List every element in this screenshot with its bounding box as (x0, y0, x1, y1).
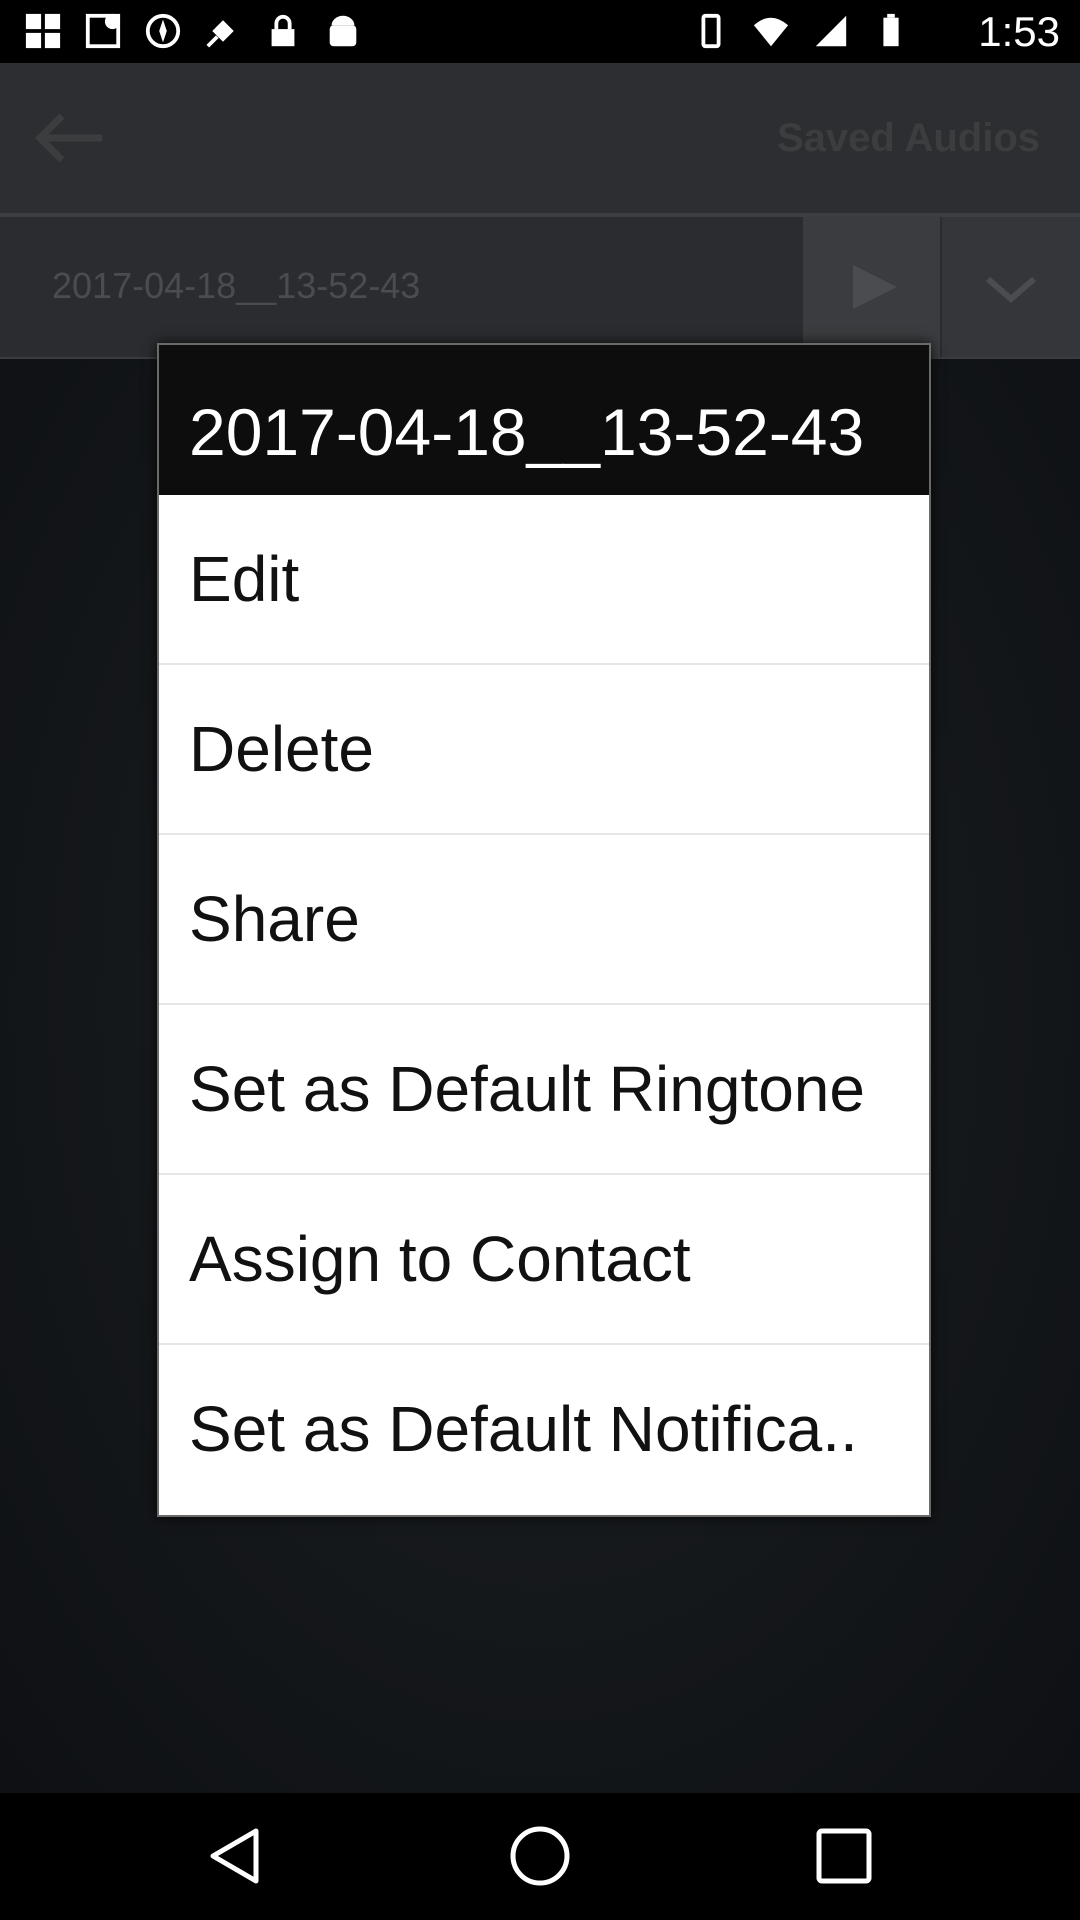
vibrate-icon (701, 13, 721, 49)
grid-icon (25, 13, 61, 49)
status-bar: 1:53 (0, 0, 1080, 63)
play-button[interactable] (803, 217, 940, 357)
navigation-bar (0, 1793, 1080, 1920)
options-dialog: 2017-04-18__13-52-43 Edit Delete Share S… (157, 343, 931, 1517)
menu-item-set-ringtone[interactable]: Set as Default Ringtone (159, 1005, 929, 1175)
battery-icon (883, 13, 899, 47)
menu-item-label: Set as Default Ringtone (189, 1053, 865, 1125)
recents-icon[interactable] (809, 1821, 879, 1891)
chevron-down-icon (986, 276, 1036, 303)
menu-item-label: Edit (189, 543, 300, 615)
dialog-header: 2017-04-18__13-52-43 (159, 345, 929, 495)
compass-icon (145, 13, 181, 49)
android-icon (329, 15, 357, 47)
menu-item-label: Share (189, 883, 360, 955)
menu-item-label: Set as Default Notifica.. (189, 1393, 858, 1465)
status-time: 1:53 (978, 8, 1060, 55)
menu-item-assign-contact[interactable]: Assign to Contact (159, 1175, 929, 1345)
back-icon[interactable] (201, 1821, 271, 1891)
list-item[interactable]: 2017-04-18__13-52-43 (0, 217, 1080, 359)
menu-item-set-notification[interactable]: Set as Default Notifica.. (159, 1345, 929, 1513)
app-bar: Saved Audios (0, 63, 1080, 217)
lock-icon (271, 14, 295, 47)
audio-name: 2017-04-18__13-52-43 (52, 265, 421, 306)
page-title: Saved Audios (776, 116, 1040, 160)
menu-item-label: Delete (189, 713, 374, 785)
play-icon (853, 265, 897, 309)
gps-icon (206, 20, 234, 48)
options-menu: Edit Delete Share Set as Default Rington… (159, 495, 929, 1513)
notification-icon (85, 13, 121, 49)
home-icon[interactable] (505, 1821, 575, 1891)
wifi-icon (753, 17, 789, 47)
menu-item-label: Assign to Contact (189, 1223, 691, 1295)
dialog-title: 2017-04-18__13-52-43 (189, 395, 865, 469)
signal-icon (815, 15, 847, 47)
menu-item-share[interactable]: Share (159, 835, 929, 1005)
menu-item-delete[interactable]: Delete (159, 665, 929, 835)
menu-item-edit[interactable]: Edit (159, 495, 929, 665)
back-arrow-icon[interactable] (30, 108, 110, 168)
expand-button[interactable] (942, 217, 1080, 357)
